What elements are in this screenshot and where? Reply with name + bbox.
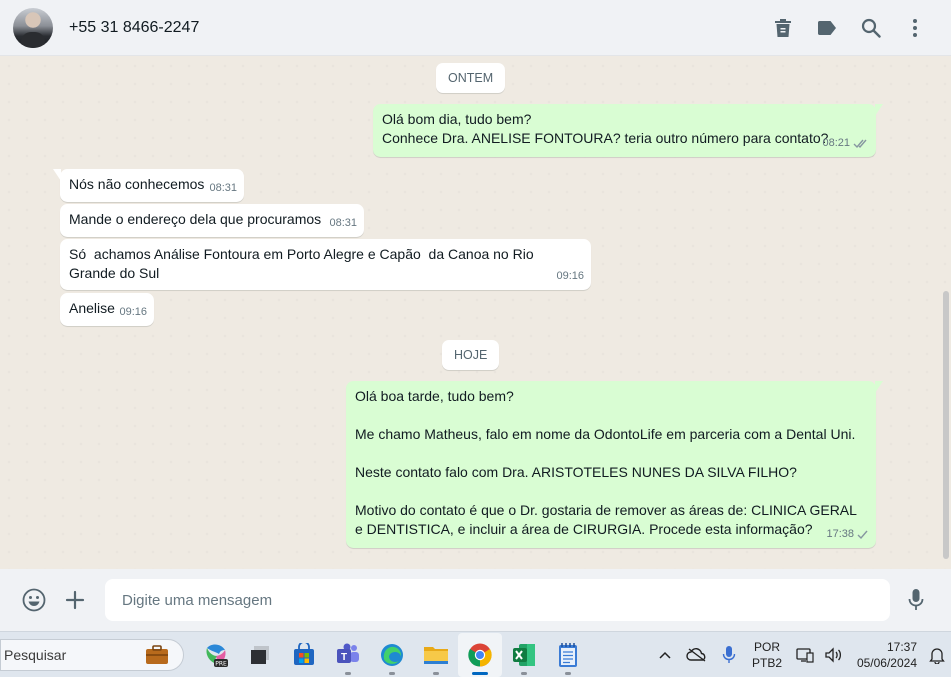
contact-name[interactable]: +55 31 8466-2247 <box>69 19 199 37</box>
message-meta: 08:21 <box>822 134 869 153</box>
active-indicator <box>472 671 488 675</box>
message-incoming[interactable]: Só achamos Análise Fontoura em Porto Ale… <box>60 239 591 290</box>
double-check-icon <box>853 139 867 149</box>
clock-date: 05/06/2024 <box>856 655 917 670</box>
notification-bell-icon[interactable] <box>923 632 951 677</box>
date-divider-yesterday: ONTEM <box>436 63 506 93</box>
running-indicator <box>433 671 439 675</box>
search-icon[interactable] <box>849 8 893 48</box>
notepad-icon[interactable] <box>546 633 590 677</box>
clock-time: 17:37 <box>886 639 917 654</box>
message-text: Olá boa tarde, tudo bem? Me chamo Matheu… <box>355 388 857 537</box>
scrollbar-thumb[interactable] <box>943 291 949 559</box>
message-meta: 09:16 <box>556 267 584 286</box>
teams-icon[interactable]: T <box>326 633 370 677</box>
language-code: POR <box>753 639 780 654</box>
message-time: 17:38 <box>826 528 854 540</box>
label-icon[interactable] <box>805 8 849 48</box>
microphone-icon[interactable] <box>896 580 936 620</box>
microphone-tray-icon[interactable] <box>713 632 745 677</box>
emoji-icon[interactable] <box>14 580 54 620</box>
message-outgoing[interactable]: Olá boa tarde, tudo bem? Me chamo Matheu… <box>346 381 883 548</box>
contact-avatar[interactable] <box>13 7 53 48</box>
date-divider-today: HOJE <box>442 340 500 370</box>
taskbar-search-label: Pesquisar <box>4 646 67 663</box>
windows-taskbar: Pesquisar PRE T POR PTB2 17:37 05/06/202… <box>0 631 951 677</box>
bubble-tail <box>875 104 883 116</box>
message-text: Só achamos Análise Fontoura em Porto Ale… <box>69 246 538 281</box>
header-actions <box>761 8 937 48</box>
message-text: Mande o endereço dela que procuramos <box>69 211 322 227</box>
chat-header: +55 31 8466-2247 <box>0 0 951 56</box>
system-tray: POR PTB2 17:37 05/06/2024 <box>649 632 951 677</box>
running-indicator <box>345 671 351 675</box>
volume-icon[interactable] <box>821 632 845 677</box>
taskbar-clock[interactable]: 17:37 05/06/2024 <box>845 639 917 671</box>
message-outgoing[interactable]: Olá bom dia, tudo bem? Conhece Dra. ANEL… <box>373 104 883 157</box>
chrome-icon[interactable] <box>458 632 502 677</box>
message-input[interactable]: Digite uma mensagem <box>105 579 890 621</box>
message-time: 08:21 <box>822 137 850 149</box>
taskbar-search[interactable]: Pesquisar <box>0 638 184 671</box>
single-check-icon <box>857 530 868 540</box>
running-indicator <box>389 671 395 675</box>
bubble-tail <box>875 381 883 393</box>
message-time: 08:31 <box>329 217 357 229</box>
excel-icon[interactable] <box>502 633 546 677</box>
chat-scrollbar[interactable] <box>943 57 949 569</box>
message-input-placeholder: Digite uma mensagem <box>122 591 273 609</box>
running-indicator <box>565 671 571 675</box>
attach-plus-icon[interactable] <box>55 580 95 620</box>
more-options-icon[interactable] <box>893 8 937 48</box>
message-incoming[interactable]: Nós não conhecemos 08:31 <box>53 169 244 202</box>
input-language[interactable]: POR PTB2 <box>745 639 789 671</box>
message-meta: 09:16 <box>119 303 147 322</box>
briefcase-icon <box>146 644 168 664</box>
running-indicator <box>521 671 527 675</box>
chevron-up-icon[interactable] <box>649 632 681 677</box>
file-explorer-icon[interactable] <box>414 633 458 677</box>
message-time: 09:16 <box>556 270 584 282</box>
svg-text:PRE: PRE <box>215 660 227 667</box>
message-list[interactable]: ONTEM Olá bom dia, tudo bem? Conhece Dra… <box>0 57 951 569</box>
message-meta: 17:38 <box>826 525 869 544</box>
onedrive-offline-icon[interactable] <box>681 632 713 677</box>
message-meta: 08:31 <box>329 214 357 233</box>
message-text: Olá bom dia, tudo bem? Conhece Dra. ANEL… <box>382 111 829 146</box>
bubble-tail <box>53 169 61 181</box>
message-composer: Digite uma mensagem <box>0 569 951 631</box>
copilot-icon[interactable]: PRE <box>194 633 238 677</box>
network-icon[interactable] <box>789 632 821 677</box>
keyboard-layout: PTB2 <box>751 655 782 670</box>
svg-text:T: T <box>341 652 347 663</box>
task-view-icon[interactable] <box>238 633 282 677</box>
message-meta: 08:31 <box>209 179 237 198</box>
message-incoming[interactable]: Anelise 09:16 <box>60 293 154 326</box>
edge-icon[interactable] <box>370 633 414 677</box>
message-time: 09:16 <box>119 306 147 318</box>
message-time: 08:31 <box>209 182 237 194</box>
delete-chat-icon[interactable] <box>761 8 805 48</box>
message-incoming[interactable]: Mande o endereço dela que procuramos 08:… <box>60 204 364 237</box>
microsoft-store-icon[interactable] <box>282 633 326 677</box>
